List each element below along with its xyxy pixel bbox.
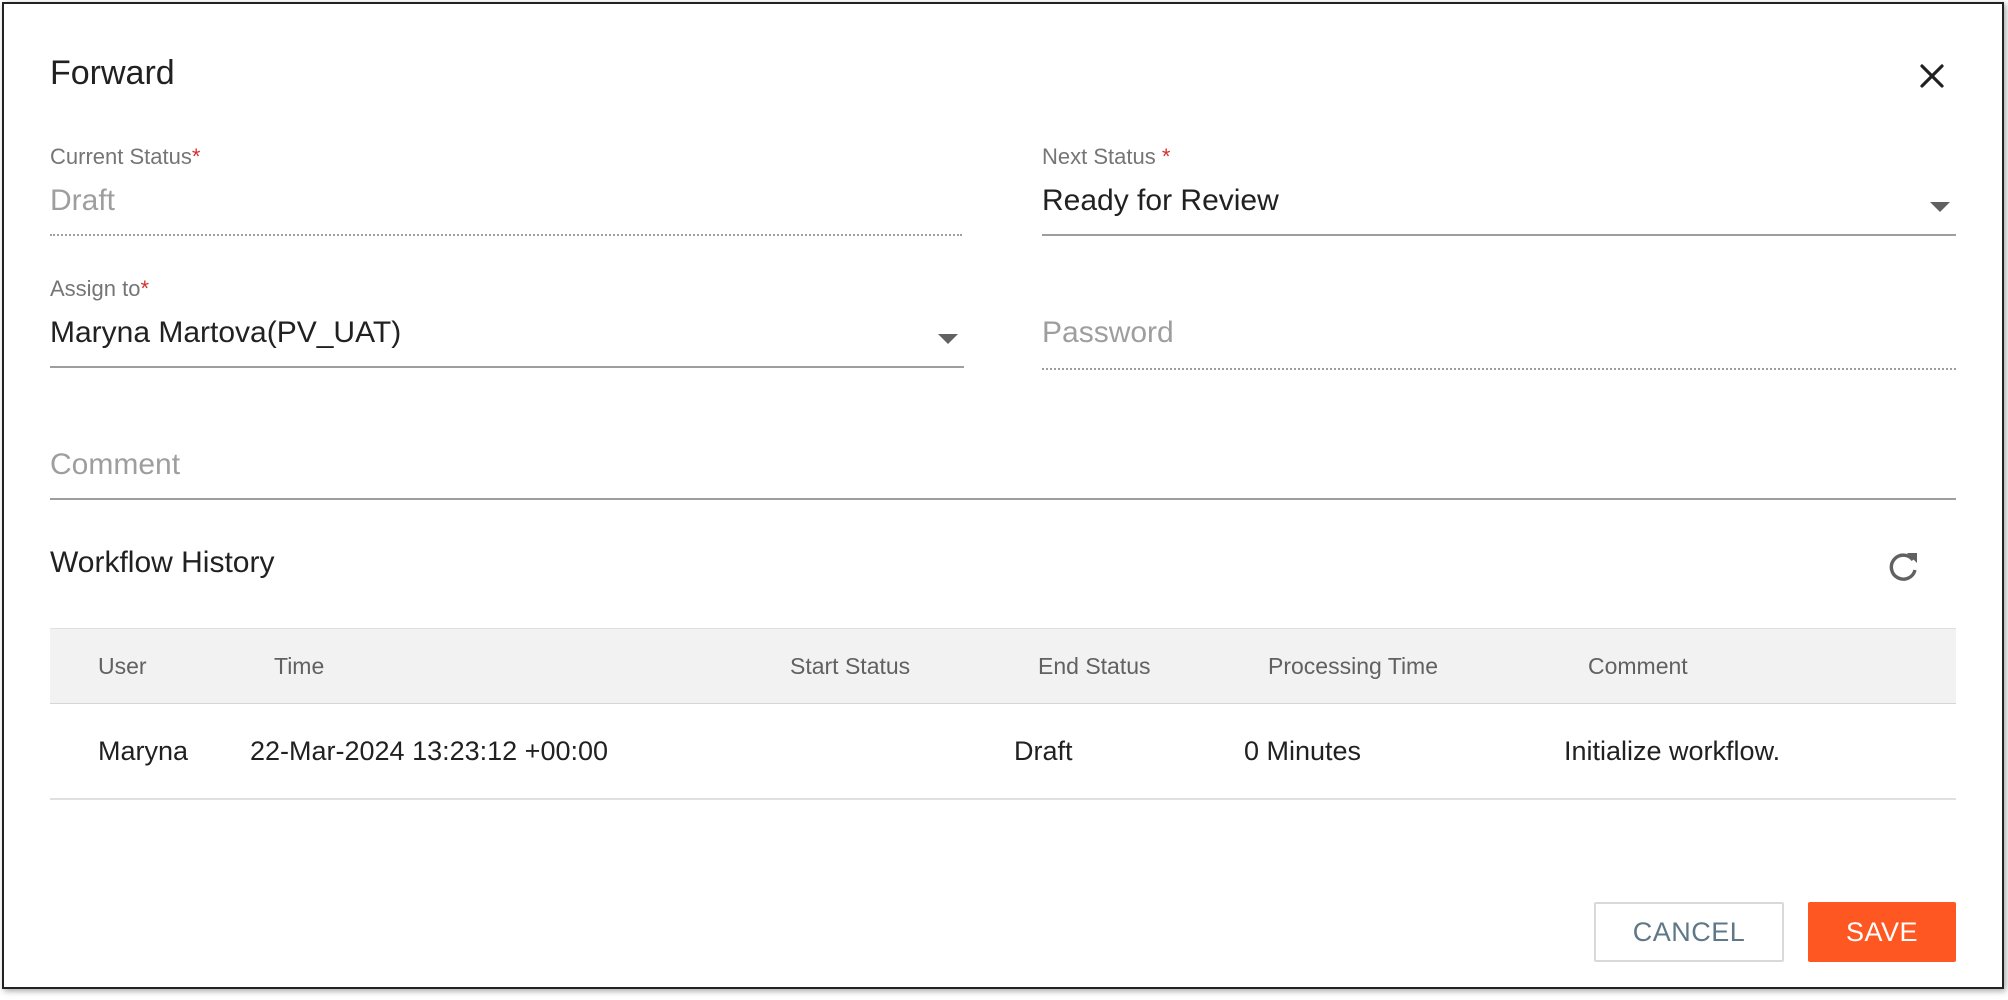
- table-header: User Time Start Status End Status Proces…: [50, 628, 1956, 704]
- workflow-history-table: User Time Start Status End Status Proces…: [50, 628, 1956, 800]
- table-row: Maryna 22-Mar-2024 13:23:12 +00:00 Draft…: [50, 704, 1956, 800]
- current-status-label: Current Status: [50, 144, 192, 169]
- refresh-icon[interactable]: [1884, 548, 1922, 586]
- current-status-field: Current Status* Draft: [50, 144, 962, 240]
- cell-comment: Initialize workflow.: [1564, 736, 1781, 766]
- column-header-time: Time: [274, 653, 325, 679]
- next-status-value: Ready for Review: [1042, 184, 1279, 217]
- assign-to-select[interactable]: Assign to* Maryna Martova(PV_UAT): [50, 276, 964, 372]
- password-underline: [1042, 368, 1956, 370]
- save-button[interactable]: SAVE: [1808, 902, 1956, 962]
- forward-dialog: Forward Current Status* Draft Next Statu…: [2, 2, 2004, 989]
- column-header-comment: Comment: [1588, 653, 1688, 679]
- cancel-button[interactable]: CANCEL: [1594, 902, 1784, 962]
- next-status-underline: [1042, 234, 1956, 236]
- chevron-down-icon[interactable]: [938, 334, 958, 344]
- column-header-start-status: Start Status: [790, 653, 911, 679]
- current-status-value: Draft: [50, 184, 116, 217]
- password-placeholder: Password: [1042, 316, 1174, 349]
- comment-placeholder: Comment: [50, 448, 181, 481]
- assign-to-underline: [50, 366, 964, 368]
- assign-to-value: Maryna Martova(PV_UAT): [50, 316, 402, 349]
- required-mark: *: [1161, 144, 1171, 169]
- column-header-processing-time: Processing Time: [1268, 653, 1439, 679]
- current-status-underline: [50, 234, 962, 236]
- cell-time: 22-Mar-2024 13:23:12 +00:00: [250, 736, 609, 766]
- cell-processing-time: 0 Minutes: [1244, 736, 1362, 766]
- password-field[interactable]: Password: [1042, 276, 1956, 372]
- required-mark: *: [140, 276, 150, 301]
- column-header-end-status: End Status: [1038, 653, 1151, 679]
- comment-underline: [50, 498, 1956, 500]
- cell-user: Maryna: [98, 736, 189, 766]
- cell-end-status: Draft: [1014, 736, 1073, 766]
- chevron-down-icon[interactable]: [1930, 202, 1950, 212]
- required-mark: *: [191, 144, 201, 169]
- column-header-user: User: [98, 653, 147, 679]
- next-status-label: Next Status: [1042, 144, 1156, 169]
- assign-to-label: Assign to: [50, 276, 141, 301]
- next-status-select[interactable]: Next Status * Ready for Review: [1042, 144, 1956, 240]
- workflow-history-title: Workflow History: [50, 546, 275, 579]
- close-icon[interactable]: [1912, 56, 1952, 96]
- dialog-title: Forward: [50, 54, 175, 92]
- comment-field[interactable]: Comment: [50, 408, 1956, 504]
